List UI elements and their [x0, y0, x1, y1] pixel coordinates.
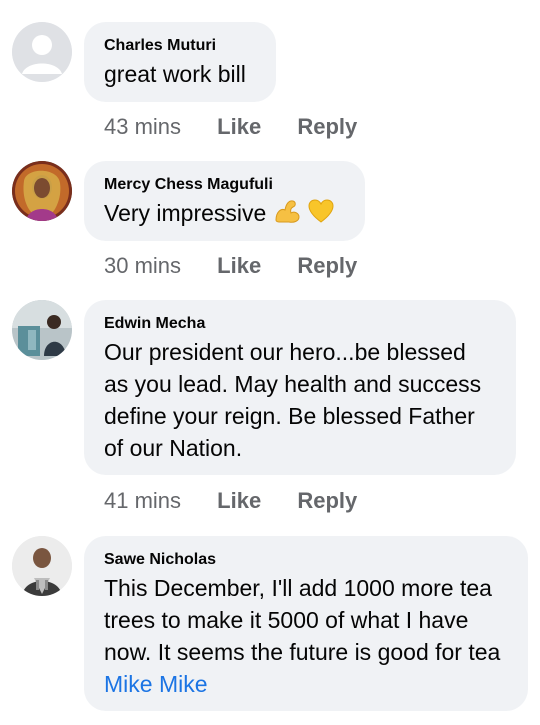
comment-text: This December, I'll add 1000 more tea tr…	[104, 575, 501, 665]
comment-author[interactable]: Sawe Nicholas	[104, 550, 508, 570]
comment-text: great work bill	[104, 61, 246, 87]
like-button[interactable]: Like	[217, 114, 261, 140]
comment-actions: 43 mins Like Reply	[104, 114, 357, 140]
comment-actions: 41 mins Like Reply	[104, 488, 357, 514]
comment-text-line: Very impressive	[104, 197, 345, 232]
avatar[interactable]	[12, 536, 72, 596]
like-button[interactable]: Like	[217, 488, 261, 514]
comment-author[interactable]: Edwin Mecha	[104, 314, 496, 334]
comment-time[interactable]: 30 mins	[104, 253, 181, 279]
flexed-biceps-icon	[273, 198, 301, 232]
comment-bubble: Charles Muturi great work bill	[84, 22, 276, 102]
avatar[interactable]	[12, 300, 72, 360]
comment-author[interactable]: Charles Muturi	[104, 36, 256, 56]
comment-author[interactable]: Mercy Chess Magufuli	[104, 175, 345, 195]
comment-bubble: Sawe Nicholas This December, I'll add 10…	[84, 536, 528, 711]
comment-bubble: Edwin Mecha Our president our hero...be …	[84, 300, 516, 475]
yellow-heart-icon	[307, 198, 335, 232]
reply-button[interactable]: Reply	[297, 488, 357, 514]
comment-text: Our president our hero...be blessed as y…	[104, 339, 482, 461]
comment-time[interactable]: 41 mins	[104, 488, 181, 514]
comment-time[interactable]: 43 mins	[104, 114, 181, 140]
reply-button[interactable]: Reply	[297, 253, 357, 279]
comment-text-block: This December, I'll add 1000 more tea tr…	[104, 572, 508, 700]
profile-photo-icon	[12, 536, 72, 596]
reply-button[interactable]: Reply	[297, 114, 357, 140]
profile-photo-icon	[12, 161, 72, 221]
mention-link[interactable]: Mike Mike	[104, 671, 208, 697]
comment-bubble: Mercy Chess Magufuli Very impressive	[84, 161, 365, 241]
default-avatar-icon	[12, 22, 72, 82]
like-button[interactable]: Like	[217, 253, 261, 279]
profile-photo-icon	[12, 300, 72, 360]
avatar[interactable]	[12, 161, 72, 221]
comment-actions: 30 mins Like Reply	[104, 253, 357, 279]
avatar[interactable]	[12, 22, 72, 82]
comment-text: Very impressive	[104, 200, 267, 226]
